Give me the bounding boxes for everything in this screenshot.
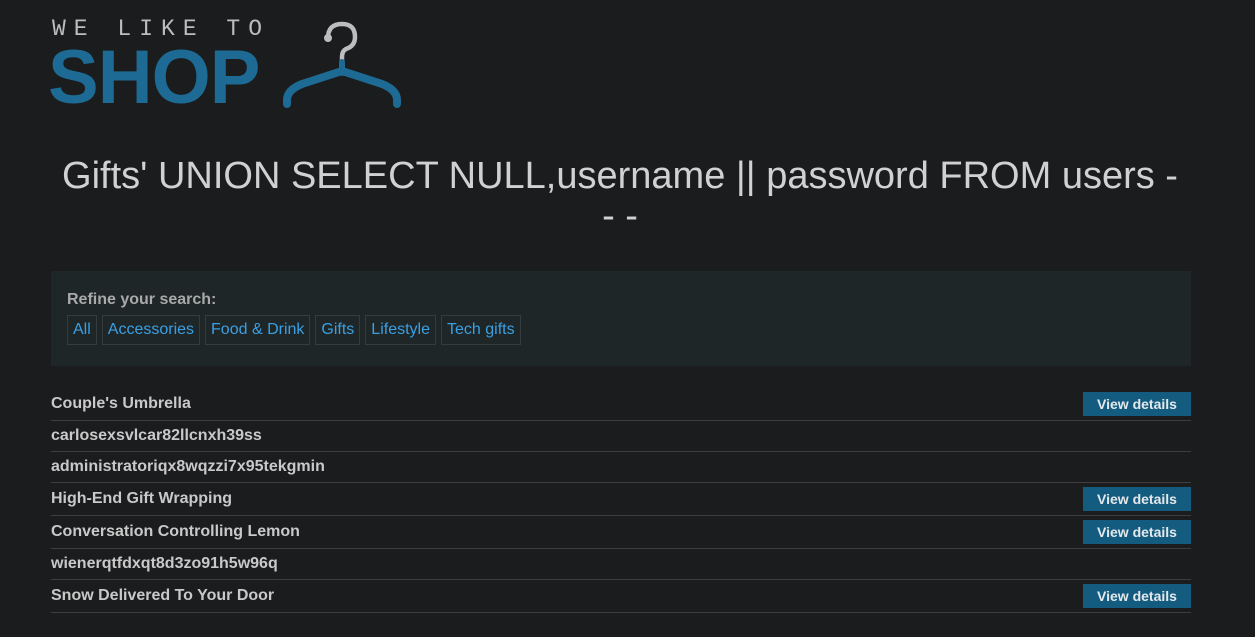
filter-link-tech-gifts[interactable]: Tech gifts: [441, 315, 521, 345]
product-name: Couple's Umbrella: [51, 395, 191, 412]
filter-links: All Accessories Food & Drink Gifts Lifes…: [67, 315, 1175, 345]
view-details-button[interactable]: View details: [1083, 487, 1191, 511]
page-title: Gifts' UNION SELECT NULL,username || pas…: [62, 155, 1178, 237]
product-name: High-End Gift Wrapping: [51, 490, 233, 507]
table-row: Conversation Controlling Lemon View deta…: [51, 516, 1191, 549]
table-row: administratoriqx8wqzzi7x95tekgmin: [51, 452, 1191, 483]
filter-link-lifestyle[interactable]: Lifestyle: [365, 315, 436, 345]
logo-wordmark: SHOP: [48, 35, 260, 120]
filter-label: Refine your search:: [67, 291, 217, 308]
product-name: Snow Delivered To Your Door: [51, 587, 275, 604]
results-table: Couple's Umbrella View details carlosexs…: [51, 388, 1191, 613]
table-row: wienerqtfdxqt8d3zo91h5w96q: [51, 549, 1191, 580]
product-name: wienerqtfdxqt8d3zo91h5w96q: [51, 555, 278, 572]
filter-link-all[interactable]: All: [67, 315, 97, 345]
product-name: carlosexsvlcar82llcnxh39ss: [51, 427, 262, 444]
table-row: Couple's Umbrella View details: [51, 388, 1191, 421]
view-details-button[interactable]: View details: [1083, 392, 1191, 416]
table-row: Snow Delivered To Your Door View details: [51, 580, 1191, 613]
table-row: High-End Gift Wrapping View details: [51, 483, 1191, 516]
product-name: administratoriqx8wqzzi7x95tekgmin: [51, 458, 325, 475]
filter-link-accessories[interactable]: Accessories: [101, 315, 201, 345]
filter-panel: Refine your search: All Accessories Food…: [51, 271, 1191, 366]
view-details-button[interactable]: View details: [1083, 520, 1191, 544]
site-logo[interactable]: WE LIKE TO SHOP: [48, 14, 410, 120]
product-name: Conversation Controlling Lemon: [51, 523, 300, 540]
hanger-icon: [283, 21, 401, 108]
table-row: carlosexsvlcar82llcnxh39ss: [51, 421, 1191, 452]
filter-link-gifts[interactable]: Gifts: [315, 315, 361, 345]
view-details-button[interactable]: View details: [1083, 584, 1191, 608]
filter-link-food-drink[interactable]: Food & Drink: [205, 315, 311, 345]
